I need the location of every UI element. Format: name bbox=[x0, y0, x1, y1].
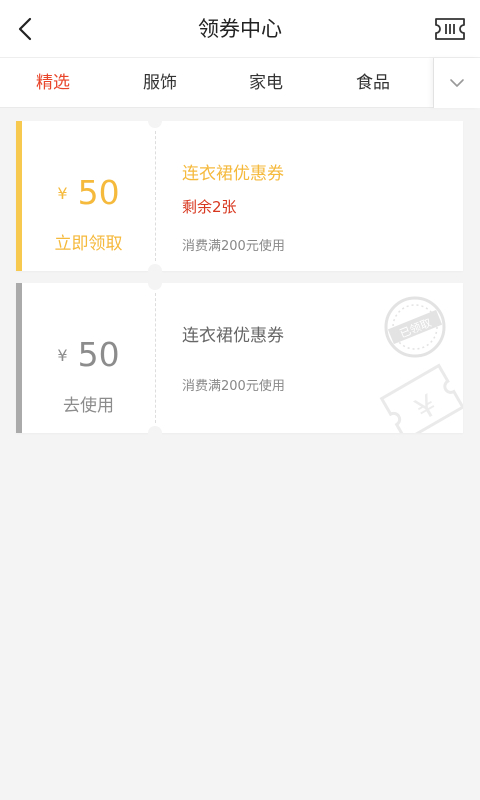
coupon-name: 连衣裙优惠券 bbox=[182, 326, 284, 346]
coupon-price: ¥50 bbox=[22, 335, 155, 374]
chevron-down-icon bbox=[450, 79, 464, 87]
coupon-card: ¥50 立即领取 连衣裙优惠券 剩余2张 消费满200元使用 bbox=[16, 114, 463, 278]
tab-food[interactable]: 食品 bbox=[333, 58, 413, 108]
category-tabs: 精选 服饰 家电 食品 bbox=[0, 58, 480, 108]
tabs-expand-button[interactable] bbox=[433, 58, 480, 108]
currency-symbol: ¥ bbox=[57, 184, 68, 203]
claimed-stamp-icon: 已领取 bbox=[384, 296, 446, 358]
coupon-condition: 消费满200元使用 bbox=[182, 239, 285, 254]
coupon-value-area: ¥50 去使用 bbox=[22, 283, 155, 433]
header-bar: 领券中心 bbox=[0, 0, 480, 58]
coupon-info: 连衣裙优惠券 消费满200元使用 已领取 ¥ bbox=[155, 283, 463, 433]
coupon-value-area: ¥50 立即领取 bbox=[22, 121, 155, 271]
coupon-card: ¥50 去使用 连衣裙优惠券 消费满200元使用 已领取 ¥ bbox=[16, 276, 463, 440]
page-title: 领券中心 bbox=[198, 17, 282, 41]
coupon-info: 连衣裙优惠券 剩余2张 消费满200元使用 bbox=[155, 121, 463, 271]
tab-appliances[interactable]: 家电 bbox=[226, 58, 306, 108]
coupon-amount: 50 bbox=[77, 335, 120, 374]
my-coupons-button[interactable] bbox=[432, 14, 468, 44]
use-now-button[interactable]: 去使用 bbox=[22, 391, 155, 416]
claim-now-button[interactable]: 立即领取 bbox=[22, 229, 155, 254]
coupon-watermark-icon: ¥ bbox=[379, 363, 463, 433]
ticket-icon bbox=[435, 18, 465, 40]
coupon-condition: 消费满200元使用 bbox=[182, 379, 285, 394]
coupon-name: 连衣裙优惠券 bbox=[182, 164, 284, 184]
tab-featured[interactable]: 精选 bbox=[13, 58, 93, 108]
tab-apparel[interactable]: 服饰 bbox=[120, 58, 200, 108]
currency-symbol: ¥ bbox=[57, 346, 68, 365]
coupon-remaining: 剩余2张 bbox=[182, 198, 237, 216]
coupon-amount: 50 bbox=[77, 173, 120, 212]
coupon-price: ¥50 bbox=[22, 173, 155, 212]
